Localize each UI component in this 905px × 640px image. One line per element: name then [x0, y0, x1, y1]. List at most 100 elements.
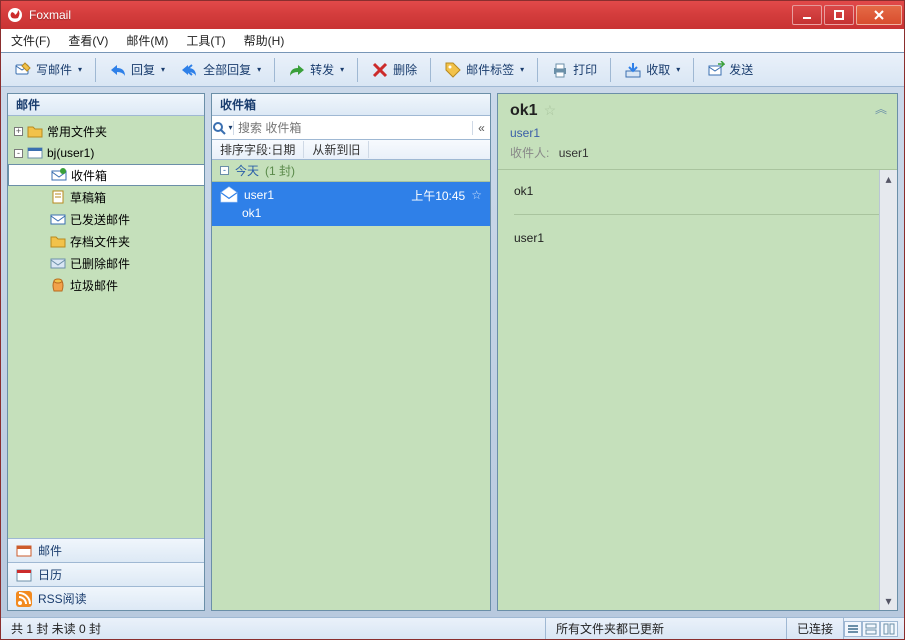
- tree-archive[interactable]: 存档文件夹: [8, 230, 204, 252]
- nav-label: 日历: [38, 566, 62, 583]
- nav-rss[interactable]: RSS阅读: [8, 586, 204, 610]
- sort-row[interactable]: 排序字段:日期 从新到旧: [212, 140, 490, 160]
- preview-panel: ok1 ☆ ︽ user1 收件人: user1 ok1 user1 ▴ ▾: [497, 93, 898, 611]
- collapse-icon[interactable]: -: [220, 166, 229, 175]
- view-list-button[interactable]: [844, 621, 862, 637]
- status-count: 共 1 封 未读 0 封: [1, 620, 111, 637]
- scrollbar[interactable]: ▴ ▾: [879, 170, 897, 610]
- to-label: 收件人:: [510, 146, 549, 160]
- tree-inbox[interactable]: 收件箱: [8, 164, 204, 186]
- content-area: 邮件 + 常用文件夹 - bj(user1) 收件箱: [1, 87, 904, 617]
- calendar-icon: [16, 567, 32, 583]
- compose-button[interactable]: 写邮件▾: [9, 58, 87, 82]
- inbox-icon: [51, 167, 67, 183]
- close-button[interactable]: [856, 5, 902, 25]
- expand-icon[interactable]: +: [14, 127, 23, 136]
- compose-icon: [14, 61, 32, 79]
- view-split-h-button[interactable]: [862, 621, 880, 637]
- reply-label: 回复: [131, 61, 155, 78]
- sort-order[interactable]: 从新到旧: [304, 141, 369, 158]
- search-input[interactable]: [234, 121, 472, 135]
- app-title: Foxmail: [29, 8, 792, 22]
- search-scope-dropdown[interactable]: «: [472, 121, 490, 135]
- forward-button[interactable]: 转发▾: [283, 58, 349, 82]
- sidebar-bottom-nav: 邮件 日历 RSS阅读: [8, 538, 204, 610]
- receive-button[interactable]: 收取▾: [619, 58, 685, 82]
- tree-favorites[interactable]: + 常用文件夹: [8, 120, 204, 142]
- scroll-down-icon[interactable]: ▾: [880, 592, 897, 610]
- collapse-header-icon[interactable]: ︽: [875, 100, 887, 117]
- folder-icon: [27, 123, 43, 139]
- tree-account[interactable]: - bj(user1): [8, 142, 204, 164]
- scroll-up-icon[interactable]: ▴: [880, 170, 897, 188]
- star-icon[interactable]: ☆: [471, 188, 482, 202]
- junk-icon: [50, 277, 66, 293]
- tree-label: bj(user1): [47, 146, 94, 160]
- toolbar: 写邮件▾ 回复▾ 全部回复▾ 转发▾ 删除 邮件标签▾ 打印: [1, 53, 904, 87]
- menu-mail[interactable]: 邮件(M): [126, 32, 168, 49]
- rss-icon: [16, 591, 32, 607]
- print-icon: [551, 61, 569, 79]
- group-today[interactable]: - 今天 (1 封): [212, 160, 490, 182]
- sidebar-panel: 邮件 + 常用文件夹 - bj(user1) 收件箱: [7, 93, 205, 611]
- list-header: 收件箱: [212, 94, 490, 116]
- menu-help[interactable]: 帮助(H): [244, 32, 285, 49]
- star-icon[interactable]: ☆: [544, 102, 557, 118]
- delete-icon: [371, 61, 389, 79]
- tree-label: 已发送邮件: [70, 211, 130, 228]
- tree-label: 垃圾邮件: [70, 277, 118, 294]
- reply-button[interactable]: 回复▾: [104, 58, 170, 82]
- search-icon[interactable]: ▾: [212, 121, 234, 135]
- message-subject: ok1: [220, 206, 482, 220]
- view-mode-buttons: [844, 621, 898, 637]
- body-text: ok1: [514, 184, 881, 198]
- send-label: 发送: [729, 61, 753, 78]
- forward-icon: [288, 61, 306, 79]
- menu-view[interactable]: 查看(V): [68, 32, 108, 49]
- status-connection: 已连接: [787, 620, 843, 637]
- preview-to-row: 收件人: user1: [510, 144, 885, 161]
- tags-button[interactable]: 邮件标签▾: [439, 58, 529, 82]
- nav-mail[interactable]: 邮件: [8, 538, 204, 562]
- sort-field[interactable]: 排序字段:日期: [212, 141, 304, 158]
- menu-tools[interactable]: 工具(T): [186, 32, 225, 49]
- message-time: 上午10:45: [411, 187, 465, 204]
- tree-junk[interactable]: 垃圾邮件: [8, 274, 204, 296]
- minimize-button[interactable]: [792, 5, 822, 25]
- mail-icon: [16, 543, 32, 559]
- preview-header: ok1☆ ︽ user1 收件人: user1: [498, 94, 897, 170]
- reply-all-label: 全部回复: [203, 61, 251, 78]
- drafts-icon: [50, 189, 66, 205]
- send-button[interactable]: 发送: [702, 58, 758, 82]
- preview-subject: ok1: [510, 102, 538, 120]
- receive-icon: [624, 61, 642, 79]
- statusbar: 共 1 封 未读 0 封 所有文件夹都已更新 已连接: [1, 617, 904, 639]
- print-button[interactable]: 打印: [546, 58, 602, 82]
- app-window: Foxmail 文件(F) 查看(V) 邮件(M) 工具(T) 帮助(H) 写邮…: [0, 0, 905, 640]
- folder-tree: + 常用文件夹 - bj(user1) 收件箱 草稿箱: [8, 116, 204, 538]
- sidebar-header: 邮件: [8, 94, 204, 116]
- delete-button[interactable]: 删除: [366, 58, 422, 82]
- sent-icon: [50, 211, 66, 227]
- tree-deleted[interactable]: 已删除邮件: [8, 252, 204, 274]
- menubar: 文件(F) 查看(V) 邮件(M) 工具(T) 帮助(H): [1, 29, 904, 53]
- folder-icon: [50, 233, 66, 249]
- reply-all-icon: [181, 61, 199, 79]
- view-split-v-button[interactable]: [880, 621, 898, 637]
- body-text: user1: [514, 231, 881, 245]
- nav-calendar[interactable]: 日历: [8, 562, 204, 586]
- message-item[interactable]: user1 上午10:45 ☆ ok1: [212, 182, 490, 226]
- menu-file[interactable]: 文件(F): [11, 32, 50, 49]
- maximize-button[interactable]: [824, 5, 854, 25]
- preview-body: ok1 user1 ▴ ▾: [498, 170, 897, 610]
- compose-label: 写邮件: [36, 61, 72, 78]
- tree-sent[interactable]: 已发送邮件: [8, 208, 204, 230]
- forward-label: 转发: [310, 61, 334, 78]
- tree-drafts[interactable]: 草稿箱: [8, 186, 204, 208]
- collapse-icon[interactable]: -: [14, 149, 23, 158]
- reply-all-button[interactable]: 全部回复▾: [176, 58, 266, 82]
- tree-label: 已删除邮件: [70, 255, 130, 272]
- app-icon: [7, 7, 23, 23]
- message-from: user1: [244, 188, 274, 202]
- divider: [514, 214, 881, 215]
